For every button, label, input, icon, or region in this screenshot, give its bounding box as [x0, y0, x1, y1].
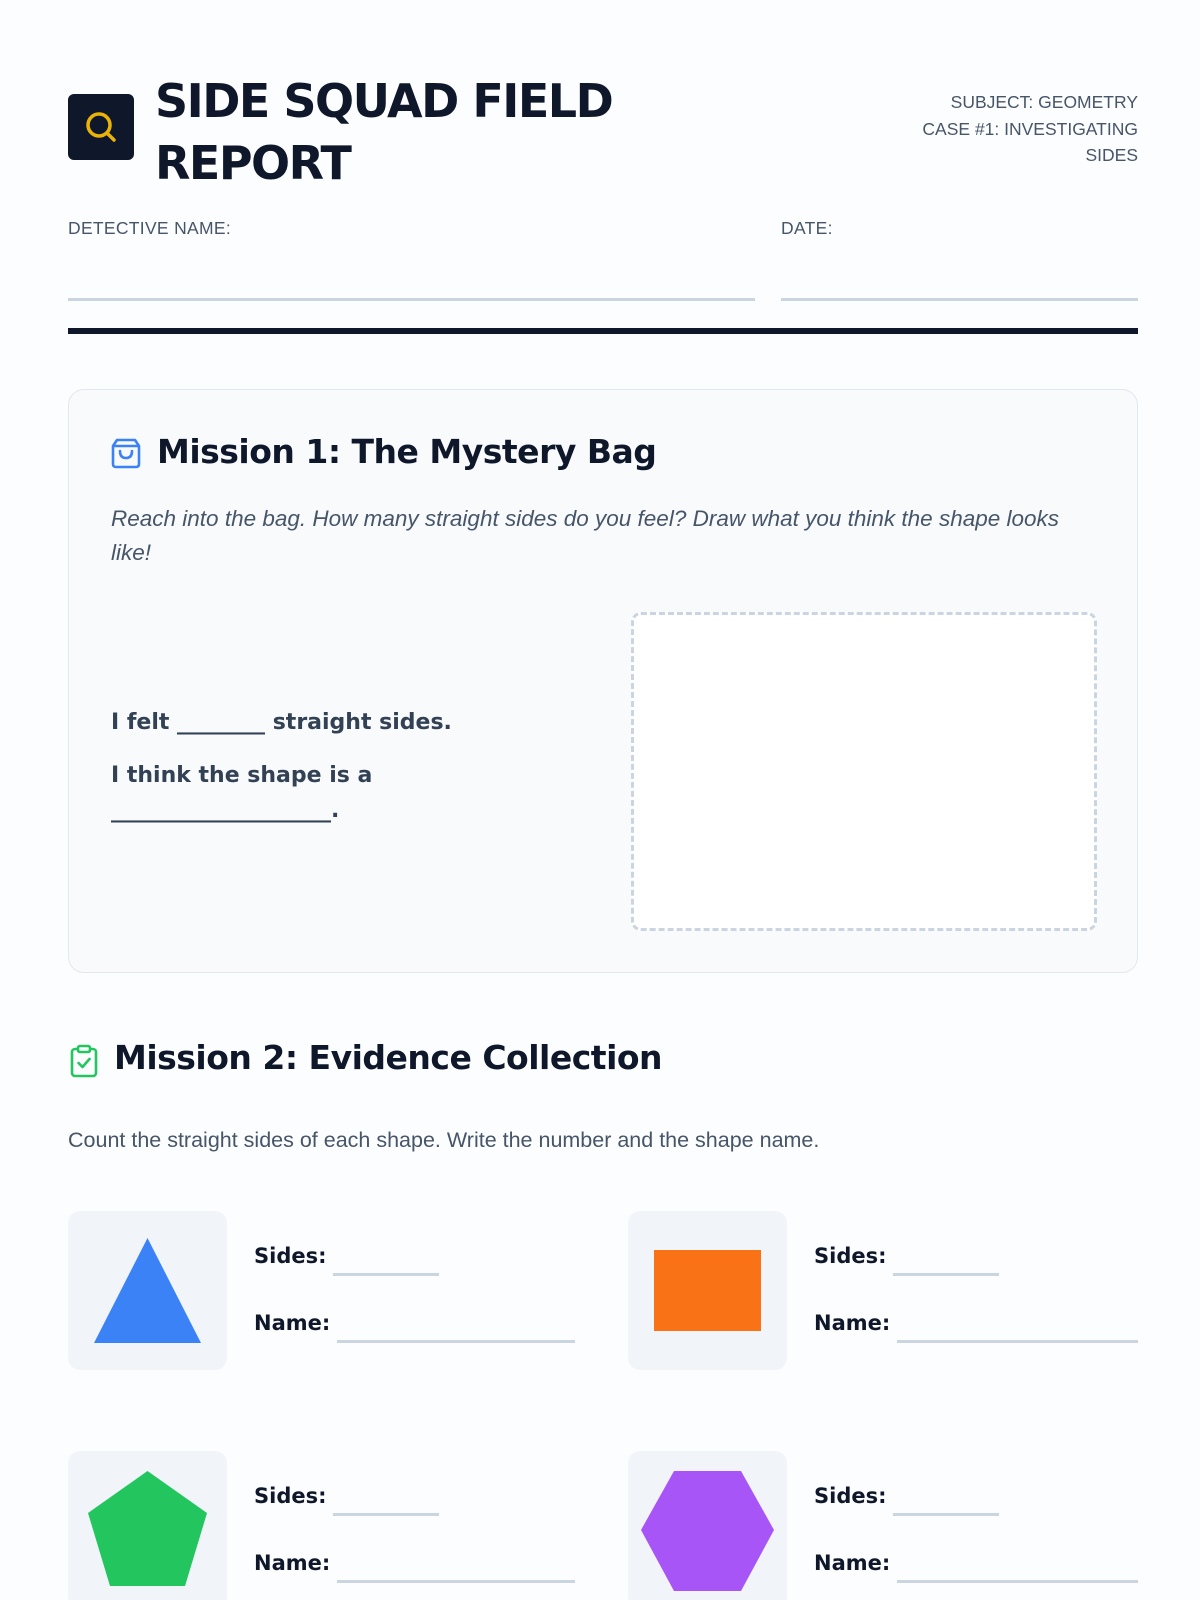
triangle-shape: [94, 1238, 201, 1343]
detective-name-label: DETECTIVE NAME:: [68, 218, 231, 238]
sides-label: Sides:: [814, 1244, 887, 1268]
pentagon-polygon: [88, 1471, 207, 1586]
drawing-area[interactable]: [631, 612, 1097, 931]
mission-2-title: Mission 2: Evidence Collection: [114, 1038, 663, 1077]
name-answer-field-2[interactable]: [897, 1340, 1138, 1343]
name-label: Name:: [814, 1311, 891, 1335]
triangle-polygon: [94, 1238, 201, 1343]
rectangle-polygon: [654, 1250, 761, 1331]
shape-guess-blank[interactable]: ____________________.: [111, 795, 339, 827]
mission-1-card: Mission 1: The Mystery Bag Reach into th…: [68, 389, 1138, 973]
name-answer-field-3[interactable]: [337, 1580, 575, 1583]
shape-card-triangle: [68, 1211, 227, 1370]
pentagon-shape: [88, 1471, 207, 1586]
sides-answer-field-2[interactable]: [893, 1273, 999, 1276]
shape-card-rectangle: [628, 1211, 787, 1370]
case-info: SUBJECT: GEOMETRY CASE #1: INVESTIGATING…: [838, 89, 1138, 169]
detective-name-field[interactable]: [68, 298, 755, 301]
name-label: Name:: [814, 1551, 891, 1575]
header-divider: [68, 328, 1138, 334]
case-number-line2: SIDES: [1085, 145, 1138, 165]
name-answer-field-1[interactable]: [337, 1340, 575, 1343]
shape-guess-prompt: I think the shape is a: [111, 763, 373, 788]
sides-answer-field-1[interactable]: [333, 1273, 439, 1276]
sides-label: Sides:: [814, 1484, 887, 1508]
sides-felt-prompt[interactable]: I felt ________ straight sides.: [111, 707, 452, 739]
logo-badge: [68, 94, 134, 160]
name-label: Name:: [254, 1551, 331, 1575]
sides-label: Sides:: [254, 1484, 327, 1508]
subject-label: SUBJECT: GEOMETRY: [950, 92, 1138, 112]
sides-label: Sides:: [254, 1244, 327, 1268]
name-label: Name:: [254, 1311, 331, 1335]
mission-1-instructions: Reach into the bag. How many straight si…: [111, 506, 1060, 565]
clipboard-check-icon: [70, 1044, 98, 1078]
shape-card-pentagon: [68, 1451, 227, 1600]
mission-1-title: Mission 1: The Mystery Bag: [157, 432, 657, 471]
search-icon: [86, 112, 116, 142]
page-title: SIDE SQUAD FIELD REPORT: [155, 74, 614, 190]
shopping-bag-icon: [111, 438, 141, 469]
name-answer-field-4[interactable]: [897, 1580, 1138, 1583]
sides-answer-field-3[interactable]: [333, 1513, 439, 1516]
hexagon-shape: [641, 1471, 774, 1591]
mission-2-instructions: Count the straight sides of each shape. …: [68, 1128, 820, 1152]
sides-answer-field-4[interactable]: [893, 1513, 999, 1516]
date-field[interactable]: [781, 298, 1138, 301]
shape-card-hexagon: [628, 1451, 787, 1600]
date-label: DATE:: [781, 218, 833, 238]
report-header: SIDE SQUAD FIELD REPORT SUBJECT: GEOMETR…: [68, 64, 1138, 192]
case-number-line1: CASE #1: INVESTIGATING: [922, 118, 1138, 139]
rectangle-shape: [654, 1250, 761, 1331]
hexagon-polygon: [641, 1471, 774, 1591]
